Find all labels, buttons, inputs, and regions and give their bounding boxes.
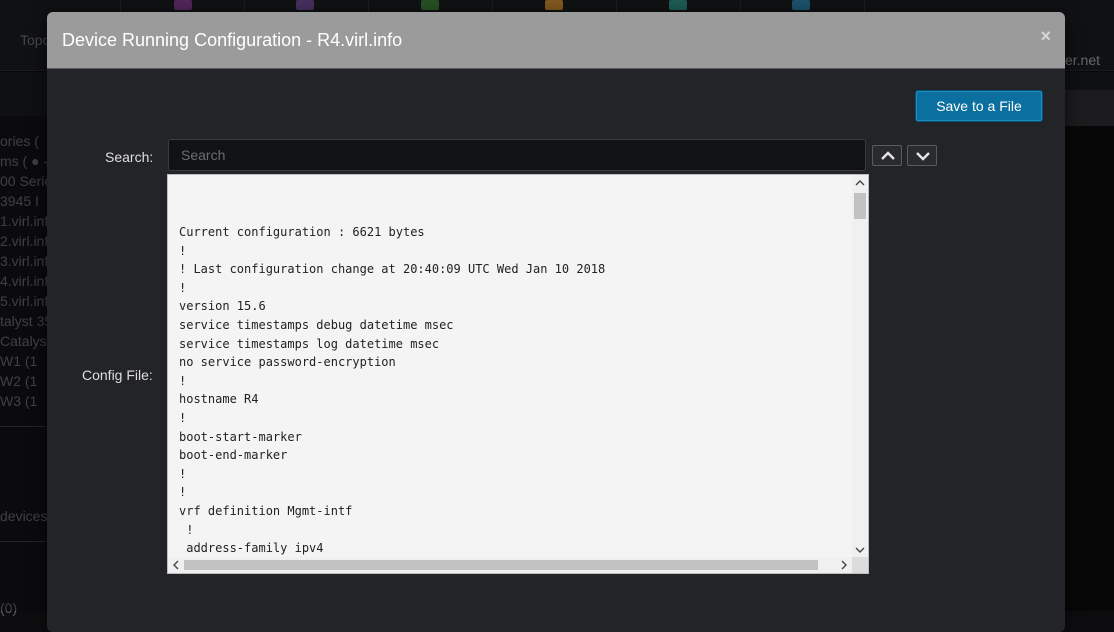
search-input[interactable]	[168, 139, 866, 171]
config-line: !	[179, 280, 187, 295]
config-viewport: Current configuration : 6621 bytes ! ! L…	[168, 175, 852, 558]
config-file-label: Config File:	[82, 367, 153, 383]
scroll-right-icon[interactable]	[839, 560, 849, 570]
config-line: boot-start-marker	[179, 429, 302, 444]
config-line: ! Last configuration change at 20:40:09 …	[179, 262, 606, 277]
scroll-up-icon[interactable]	[855, 178, 865, 188]
config-line: !	[179, 466, 187, 481]
config-line: !	[179, 410, 187, 425]
config-line: version 15.6	[179, 299, 266, 314]
horizontal-scrollbar[interactable]	[168, 557, 852, 573]
config-file-textarea[interactable]: Current configuration : 6621 bytes ! ! L…	[167, 174, 869, 574]
vertical-scroll-thumb[interactable]	[854, 193, 866, 219]
config-line: vrf definition Mgmt-intf	[179, 503, 353, 518]
modal-header: Device Running Configuration - R4.virl.i…	[47, 12, 1065, 69]
vertical-scrollbar[interactable]	[852, 175, 868, 558]
config-line: no service password-encryption	[179, 355, 396, 370]
search-next-button[interactable]	[907, 145, 937, 166]
config-line: service timestamps log datetime msec	[179, 336, 440, 351]
scroll-left-icon[interactable]	[171, 560, 181, 570]
config-line: !	[179, 243, 187, 258]
chevron-down-icon	[916, 152, 930, 161]
config-line: boot-end-marker	[179, 448, 288, 463]
scroll-down-icon[interactable]	[855, 545, 865, 555]
search-previous-button[interactable]	[872, 145, 902, 166]
config-line: address-family ipv4	[186, 541, 324, 556]
modal-title: Device Running Configuration - R4.virl.i…	[62, 30, 403, 50]
config-text: Current configuration : 6621 bytes ! ! L…	[179, 223, 605, 558]
device-config-modal: Device Running Configuration - R4.virl.i…	[47, 12, 1065, 632]
close-icon[interactable]: ×	[1040, 26, 1051, 47]
save-to-file-button[interactable]: Save to a File	[915, 90, 1043, 122]
scrollbar-corner	[852, 557, 868, 573]
chevron-up-icon	[881, 151, 895, 160]
config-line: !	[179, 485, 187, 500]
horizontal-scroll-thumb[interactable]	[184, 560, 818, 570]
config-line: Current configuration : 6621 bytes	[179, 225, 425, 239]
config-line: service timestamps debug datetime msec	[179, 317, 454, 332]
search-label: Search:	[105, 149, 154, 165]
config-line: !	[179, 373, 187, 388]
config-line: !	[186, 522, 194, 537]
config-line: hostname R4	[179, 392, 259, 407]
